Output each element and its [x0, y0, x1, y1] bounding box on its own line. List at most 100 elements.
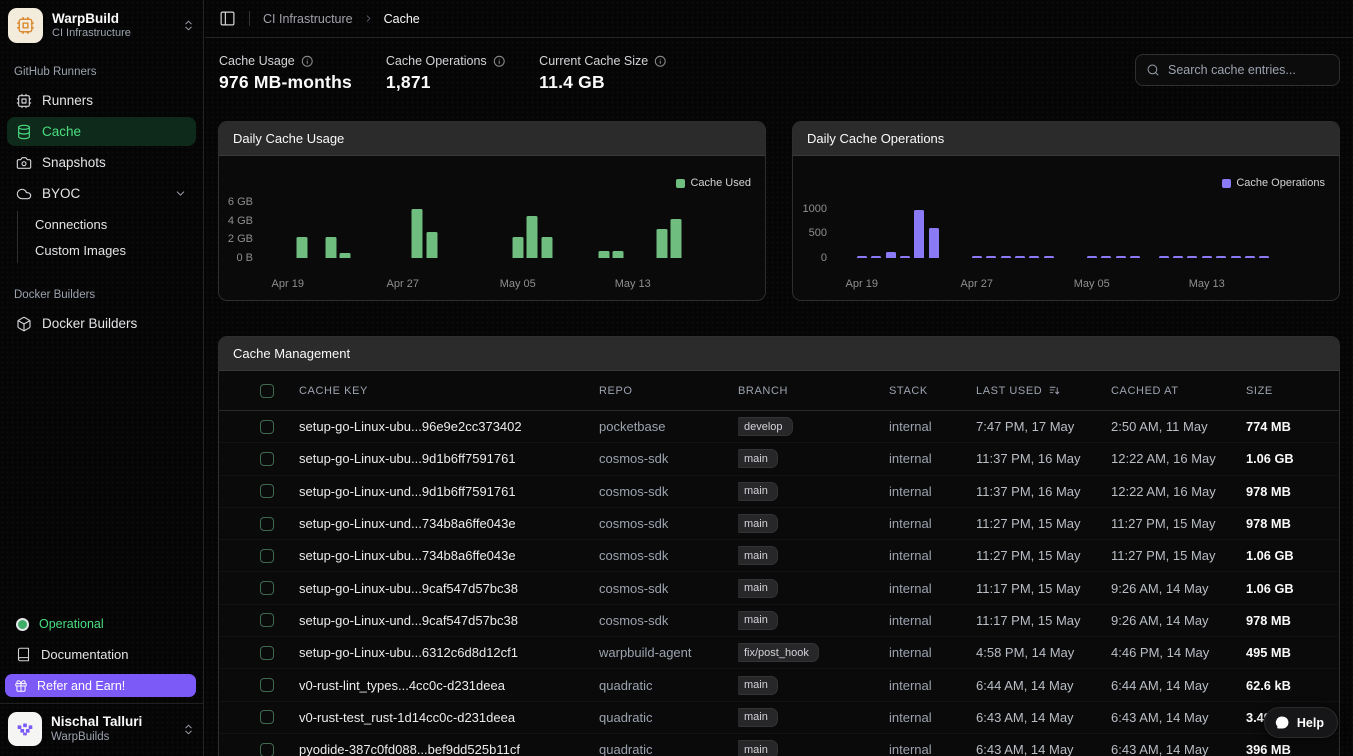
row-checkbox[interactable]	[260, 581, 274, 595]
table-row: setup-go-Linux-ubu...734b8a6ffe043ecosmo…	[219, 540, 1339, 572]
bar	[297, 237, 308, 258]
sidebar-item-connections[interactable]: Connections	[18, 211, 203, 237]
info-icon[interactable]	[654, 55, 667, 68]
table-title: Cache Management	[233, 346, 350, 361]
info-icon[interactable]	[493, 55, 506, 68]
sidebar-item-docker-builders[interactable]: Docker Builders	[7, 309, 196, 338]
bar	[986, 256, 996, 258]
row-checkbox[interactable]	[260, 452, 274, 466]
refer-and-earn-button[interactable]: Refer and Earn!	[5, 674, 196, 697]
main-content: CI Infrastructure Cache Cache Usage 976 …	[205, 0, 1353, 756]
checkbox-cell	[219, 710, 299, 724]
branch-badge: fix/post_hook	[738, 643, 819, 662]
size-cell: 1.06 GB	[1246, 451, 1339, 466]
row-checkbox[interactable]	[260, 484, 274, 498]
size-cell: 62.6 kB	[1246, 678, 1339, 693]
row-checkbox[interactable]	[260, 678, 274, 692]
status-operational[interactable]: Operational	[7, 609, 196, 639]
help-button[interactable]: Help	[1264, 707, 1338, 738]
search-input[interactable]	[1168, 63, 1329, 77]
branch-badge: main	[738, 514, 778, 533]
checkbox-cell	[219, 517, 299, 531]
panel-left-icon	[219, 10, 236, 27]
table-row: setup-go-Linux-und...9caf547d57bc38cosmo…	[219, 605, 1339, 637]
row-checkbox[interactable]	[260, 549, 274, 563]
chart-title: Daily Cache Usage	[233, 131, 344, 146]
sidebar-item-runners[interactable]: Runners	[7, 86, 196, 115]
bar	[426, 232, 437, 258]
sidebar-item-label: Runners	[42, 93, 93, 108]
cached-at-cell: 2:50 AM, 11 May	[1111, 419, 1246, 434]
bar	[886, 252, 896, 258]
branch-cell: main	[738, 708, 889, 727]
documentation-label: Documentation	[41, 647, 128, 662]
help-label: Help	[1297, 716, 1324, 730]
refer-label: Refer and Earn!	[37, 679, 125, 693]
row-checkbox[interactable]	[260, 420, 274, 434]
breadcrumb-parent[interactable]: CI Infrastructure	[263, 12, 353, 26]
sidebar-item-snapshots[interactable]: BYOC Snapshots	[7, 148, 196, 177]
cached-at-cell: 11:27 PM, 15 May	[1111, 516, 1246, 531]
bar	[613, 251, 624, 258]
row-checkbox[interactable]	[260, 710, 274, 724]
x-tick-label: May 13	[1189, 278, 1225, 290]
workspace-switcher[interactable]: WarpBuild CI Infrastructure	[0, 0, 203, 49]
select-all-checkbox[interactable]	[260, 384, 274, 398]
row-checkbox[interactable]	[260, 743, 274, 756]
column-header-branch: BRANCH	[738, 385, 889, 397]
y-axis: 0 B2 GB4 GB6 GB	[219, 192, 253, 258]
cached-at-cell: 9:26 AM, 14 May	[1111, 613, 1246, 628]
stat-value: 11.4 GB	[539, 72, 667, 93]
row-checkbox[interactable]	[260, 613, 274, 627]
sidebar-item-byoc[interactable]: BYOC	[7, 179, 196, 208]
info-icon[interactable]	[301, 55, 314, 68]
repo-cell: cosmos-sdk	[599, 613, 738, 628]
repo-cell: quadratic	[599, 710, 738, 725]
stat-label: Cache Operations	[386, 54, 487, 68]
stat-cache-usage: Cache Usage 976 MB-months	[219, 54, 352, 118]
user-menu[interactable]: Nischal Talluri WarpBuilds	[0, 703, 203, 750]
cache-key-cell: v0-rust-lint_types...4cc0c-d231deea	[299, 678, 599, 693]
repo-cell: cosmos-sdk	[599, 548, 738, 563]
workspace-subtitle: CI Infrastructure	[52, 27, 173, 40]
sidebar-item-documentation[interactable]: Documentation	[7, 639, 196, 669]
bar	[670, 219, 681, 258]
checkbox-cell	[219, 646, 299, 660]
stack-cell: internal	[889, 451, 976, 466]
cache-key-cell: pyodide-387c0fd088...bef9dd525b11cf	[299, 742, 599, 756]
column-header-last-used[interactable]: LAST USED	[976, 384, 1111, 397]
daily-cache-operations-card: Daily Cache Operations Cache Operations …	[792, 121, 1340, 301]
card-header: Cache Management	[219, 337, 1339, 371]
legend-swatch-icon	[676, 179, 685, 188]
avatar	[8, 712, 42, 746]
y-tick-label: 0 B	[236, 252, 253, 264]
sidebar-item-custom-images[interactable]: Custom Images	[18, 237, 203, 263]
plot-area	[833, 192, 1293, 258]
last-used-cell: 6:43 AM, 14 May	[976, 742, 1111, 756]
bar	[1087, 256, 1097, 258]
topbar-divider	[249, 11, 250, 26]
cache-key-cell: setup-go-Linux-und...9caf547d57bc38	[299, 613, 599, 628]
row-checkbox[interactable]	[260, 646, 274, 660]
bar	[1015, 256, 1025, 258]
sidebar-item-cache[interactable]: Cache	[7, 117, 196, 146]
branch-badge: main	[738, 740, 778, 756]
branch-badge: main	[738, 708, 778, 727]
stat-label: Cache Usage	[219, 54, 295, 68]
x-tick-label: May 05	[500, 278, 536, 290]
sort-descending-icon[interactable]	[1048, 384, 1061, 397]
cache-management-card: Cache Management CACHE KEY REPO BRANCH S…	[218, 336, 1340, 756]
stack-cell: internal	[889, 678, 976, 693]
warpbuild-logo-icon	[8, 8, 43, 43]
bar	[1173, 256, 1183, 258]
bar	[656, 229, 667, 258]
checkbox-cell	[219, 549, 299, 563]
row-checkbox[interactable]	[260, 517, 274, 531]
sidebar-toggle-button[interactable]	[219, 10, 236, 27]
table-header-row: CACHE KEY REPO BRANCH STACK LAST USED CA…	[219, 371, 1339, 411]
table-row: setup-go-Linux-ubu...6312c6d8d12cf1warpb…	[219, 637, 1339, 669]
stack-cell: internal	[889, 742, 976, 756]
bar	[527, 216, 538, 258]
bar	[972, 256, 982, 258]
cached-at-cell: 6:43 AM, 14 May	[1111, 710, 1246, 725]
